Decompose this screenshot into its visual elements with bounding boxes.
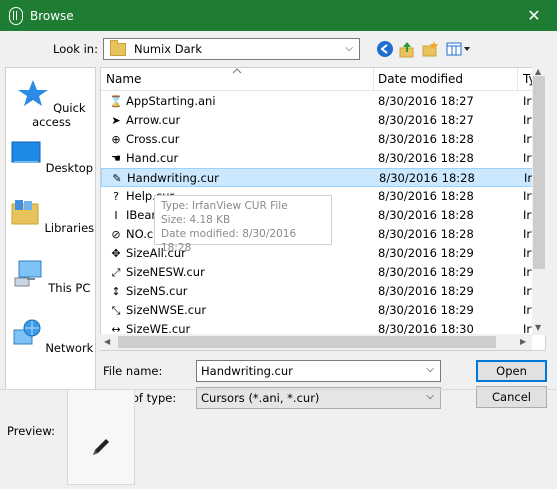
file-date: 8/30/2016 18:29 <box>378 284 474 298</box>
cursor-file-icon: ⊕ <box>111 133 121 146</box>
file-date: 8/30/2016 18:28 <box>378 227 474 241</box>
back-icon[interactable] <box>376 40 394 58</box>
file-date: 8/30/2016 18:28 <box>378 189 474 203</box>
file-name-label: File name: <box>103 364 163 378</box>
open-button[interactable]: Open <box>476 360 547 382</box>
places-bar: Quick access Desktop Libraries This PC N… <box>5 67 96 390</box>
view-menu-icon[interactable] <box>446 40 472 58</box>
network-icon <box>13 319 41 345</box>
scroll-down-icon[interactable]: ▼ <box>535 323 541 332</box>
file-row[interactable]: ↕ SizeNS.cur 8/30/2016 18:29 Irf <box>101 282 535 301</box>
file-row[interactable]: ☚ Hand.cur 8/30/2016 18:28 Irf <box>101 149 535 168</box>
place-label: This PC <box>48 281 91 295</box>
scroll-left-icon[interactable]: ◀ <box>104 337 110 346</box>
cursor-file-icon: ⤢ <box>111 266 121 279</box>
file-name: SizeNESW.cur <box>126 265 205 279</box>
column-header: Name Date modified Ty <box>101 68 545 91</box>
look-in-dropdown[interactable]: Numix Dark ⌵ <box>103 38 360 60</box>
cursor-file-icon: ✥ <box>111 247 121 260</box>
file-date: 8/30/2016 18:27 <box>378 113 474 127</box>
file-date: 8/30/2016 18:29 <box>378 303 474 317</box>
file-row[interactable]: ⤢ SizeNESW.cur 8/30/2016 18:29 Irf <box>101 263 536 282</box>
star-icon <box>18 80 49 106</box>
scroll-up-icon[interactable]: ▲ <box>535 67 541 76</box>
file-name: Hand.cur <box>126 151 179 165</box>
cursor-file-icon: ⊘ <box>111 228 121 241</box>
chevron-down-icon[interactable]: ⌵ <box>426 364 434 375</box>
column-date[interactable]: Date modified <box>378 72 463 86</box>
preview-box <box>67 389 135 485</box>
file-name-value: Handwriting.cur <box>201 364 293 378</box>
horizontal-scrollbar[interactable]: ◀ ▶ <box>100 334 532 350</box>
file-type-select[interactable]: Cursors (*.ani, *.cur) ⌵ <box>196 387 441 409</box>
file-name: Handwriting.cur <box>127 171 219 185</box>
file-tooltip: Type: IrfanView CUR File Size: 4.18 KB D… <box>154 195 332 254</box>
vertical-scrollbar[interactable]: ▲ ▼ <box>532 67 546 335</box>
title-bar: Browse ✕ <box>0 0 557 31</box>
cursor-file-icon: ↕ <box>111 285 121 298</box>
file-date: 8/30/2016 18:27 <box>378 94 474 108</box>
file-name: AppStarting.ani <box>126 94 216 108</box>
look-in-label: Look in: <box>53 42 98 56</box>
new-folder-icon[interactable] <box>421 40 439 58</box>
cursor-file-icon: I <box>114 209 118 222</box>
cursor-file-icon: ⌛ <box>109 95 123 108</box>
look-in-value: Numix Dark <box>134 42 203 56</box>
file-row[interactable]: ⌛ AppStarting.ani 8/30/2016 18:27 Irf <box>101 92 535 111</box>
place-label: Network <box>45 341 94 355</box>
tooltip-date: Date modified: 8/30/2016 18:28 <box>161 228 297 254</box>
scroll-right-icon[interactable]: ▶ <box>520 337 526 346</box>
place-libraries[interactable]: Libraries <box>6 198 97 235</box>
column-name[interactable]: Name <box>106 72 141 86</box>
file-row[interactable]: ➤ Arrow.cur 8/30/2016 18:27 Irf <box>101 111 535 130</box>
cursor-file-icon: ➤ <box>111 114 121 127</box>
file-date: 8/30/2016 18:28 <box>378 132 474 146</box>
cursor-file-icon: ☚ <box>111 152 121 165</box>
file-row[interactable]: ✎ Handwriting.cur 8/30/2016 18:28 Irf <box>101 168 536 187</box>
desktop-icon <box>11 141 41 163</box>
file-row[interactable]: ⊕ Cross.cur 8/30/2016 18:28 Irf <box>101 130 535 149</box>
file-date: 8/30/2016 18:28 <box>378 151 474 165</box>
file-name: SizeNS.cur <box>126 284 188 298</box>
place-quick-access[interactable]: Quick access <box>6 78 97 129</box>
cursor-file-icon: ✎ <box>112 172 122 185</box>
cursor-file-icon: ? <box>113 190 119 203</box>
file-date: 8/30/2016 18:28 <box>378 208 474 222</box>
folder-icon <box>110 39 126 56</box>
up-folder-icon[interactable] <box>398 40 416 58</box>
scroll-thumb[interactable] <box>118 336 496 348</box>
window-title: Browse <box>30 8 74 23</box>
place-desktop[interactable]: Desktop <box>6 138 97 175</box>
close-icon[interactable]: ✕ <box>511 0 557 31</box>
file-type-value: Cursors (*.ani, *.cur) <box>201 391 320 405</box>
pen-icon <box>93 439 109 455</box>
place-label: Libraries <box>44 221 95 235</box>
file-name: Arrow.cur <box>126 113 181 127</box>
place-label: Desktop <box>45 161 94 175</box>
computer-icon <box>14 260 42 287</box>
place-network[interactable]: Network <box>6 318 97 355</box>
sort-up-icon <box>232 68 242 74</box>
file-date: 8/30/2016 18:28 <box>379 171 475 185</box>
file-row[interactable]: ⤡ SizeNWSE.cur 8/30/2016 18:29 Irf <box>101 301 536 320</box>
chevron-down-icon: ⌵ <box>426 391 434 402</box>
chevron-down-icon: ⌵ <box>345 43 353 54</box>
place-this-pc[interactable]: This PC <box>6 258 97 295</box>
file-date: 8/30/2016 18:29 <box>378 265 474 279</box>
preview-label: Preview: <box>7 424 56 438</box>
scroll-thumb[interactable] <box>533 76 545 269</box>
file-date: 8/30/2016 18:29 <box>378 246 474 260</box>
tooltip-type: Type: IrfanView CUR File <box>161 200 288 212</box>
file-name-input[interactable]: Handwriting.cur ⌵ <box>196 360 441 382</box>
cursor-file-icon: ⤡ <box>111 304 121 317</box>
app-icon <box>9 6 23 25</box>
libraries-icon <box>11 200 39 225</box>
tooltip-size: Size: 4.18 KB <box>161 214 231 226</box>
file-name: Cross.cur <box>126 132 180 146</box>
file-name: SizeNWSE.cur <box>126 303 207 317</box>
